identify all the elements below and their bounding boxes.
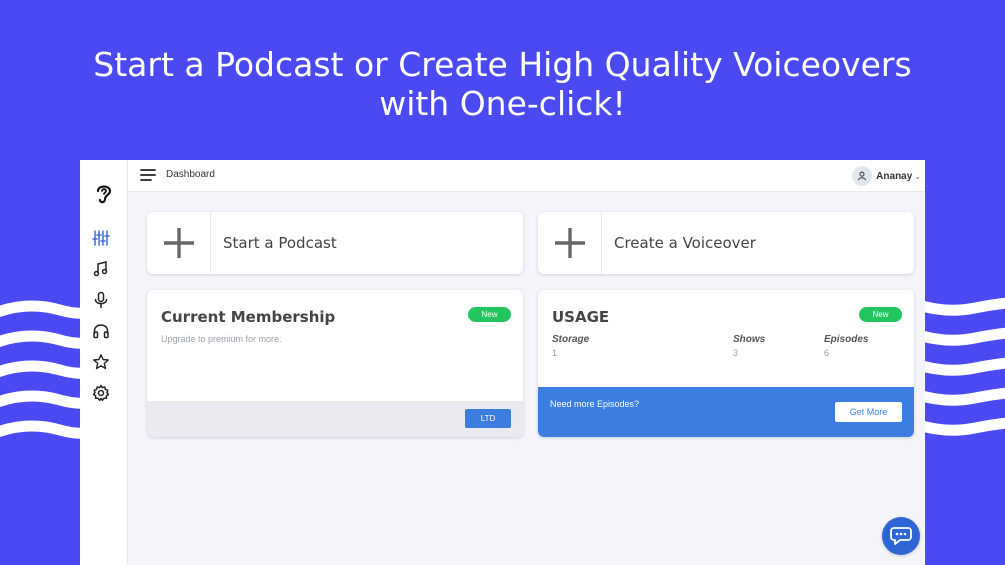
user-icon [857,171,867,181]
usage-stat-storage: Storage 1 [552,334,589,358]
wave-decoration-right [915,297,1005,436]
sidebar [80,160,128,565]
hamburger-menu-icon[interactable] [140,168,156,182]
promo-headline: Start a Podcast or Create High Quality V… [0,45,1005,123]
usage-card: USAGE New Storage 1 Shows 3 Episodes 6 N… [538,290,914,437]
membership-card: Current Membership New Upgrade to premiu… [147,290,523,437]
sliders-icon[interactable] [92,229,110,247]
headphones-icon[interactable] [92,322,110,340]
chat-button[interactable] [882,517,920,555]
create-voiceover-label: Create a Voiceover [614,234,756,252]
membership-footer: LTD [147,401,523,437]
membership-title: Current Membership [161,308,336,326]
usage-stat-shows: Shows 3 [733,334,765,358]
start-podcast-label: Start a Podcast [223,234,337,252]
music-note-icon[interactable] [92,260,110,278]
gear-icon[interactable] [92,384,110,402]
headline-line-1: Start a Podcast or Create High Quality V… [93,45,912,84]
breadcrumb: Dashboard [166,169,215,180]
stat-label: Storage [552,334,590,345]
membership-subtitle: Upgrade to premium for more. [161,334,282,344]
chevron-down-icon: ⌄ [914,171,921,181]
microphone-icon[interactable] [92,291,110,309]
new-badge: New [468,307,511,322]
user-name: Ananay [876,170,913,182]
headline-line-2: with One-click! [379,84,626,123]
usage-title: USAGE [552,308,610,326]
need-more-text: Need more Episodes? [550,399,640,409]
plus-icon [538,212,602,274]
stat-label: Episodes [824,334,869,345]
usage-footer: Need more Episodes? Get More [538,387,914,437]
plus-icon [147,212,211,274]
ltd-plan-button[interactable]: LTD [465,409,511,428]
chat-bubble-icon [890,527,912,545]
stat-value: 1 [552,348,558,358]
new-badge: New [859,307,902,322]
start-podcast-card[interactable]: Start a Podcast [147,212,523,274]
stat-label: Shows [733,334,766,345]
user-menu[interactable]: Ananay ⌄ [852,165,921,187]
star-icon[interactable] [92,353,110,371]
stat-value: 6 [824,348,830,358]
create-voiceover-card[interactable]: Create a Voiceover [538,212,914,274]
wave-decoration-left [0,300,90,439]
app-window: Dashboard Ananay ⌄ Start a Podcast Creat… [80,160,925,565]
stat-value: 3 [733,348,739,358]
avatar [852,166,873,186]
top-bar: Dashboard Ananay ⌄ [128,160,925,192]
get-more-button[interactable]: Get More [835,402,902,422]
ear-logo-icon[interactable] [93,182,115,206]
usage-stat-episodes: Episodes 6 [824,334,868,358]
